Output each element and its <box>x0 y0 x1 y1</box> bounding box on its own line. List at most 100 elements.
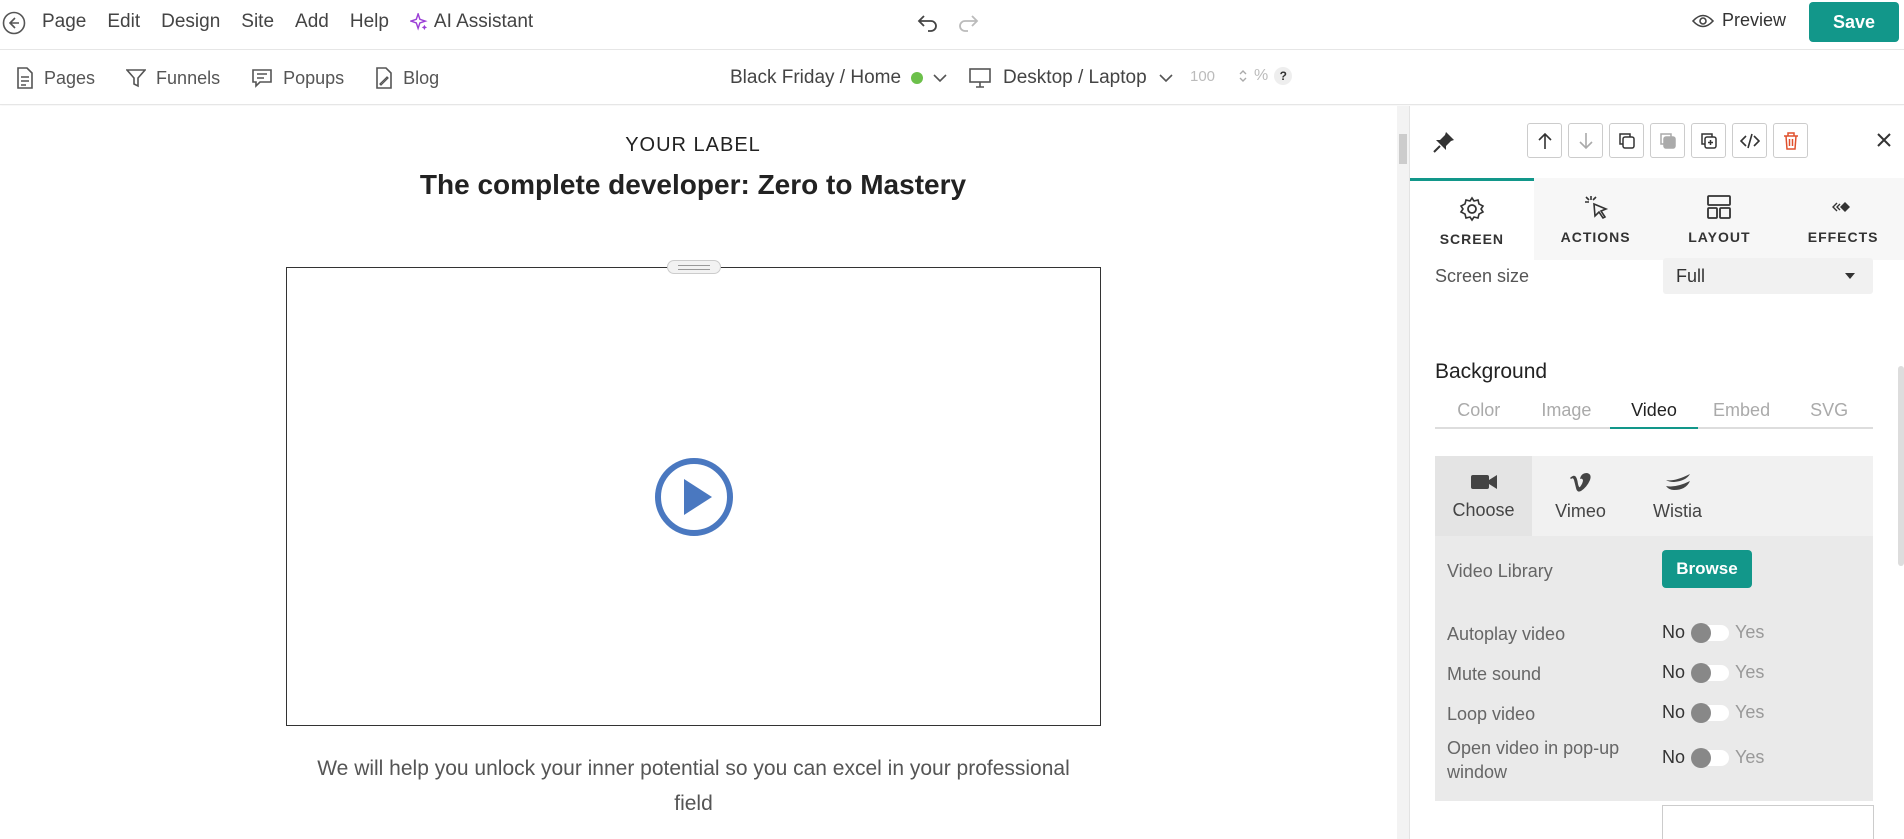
device-selector[interactable]: Desktop / Laptop <box>969 67 1173 89</box>
toggle-switch[interactable] <box>1691 702 1730 723</box>
section-label[interactable]: YOUR LABEL <box>0 134 1386 157</box>
tab-effects-label: EFFECTS <box>1807 229 1879 245</box>
video-element[interactable] <box>286 260 1101 726</box>
screen-size-select[interactable]: Full <box>1663 258 1873 294</box>
toggle-yes-label: Yes <box>1735 622 1765 642</box>
menu-site[interactable]: Site <box>241 11 274 33</box>
next-field-box[interactable] <box>1662 805 1874 839</box>
source-choose-label: Choose <box>1452 499 1515 520</box>
code-button[interactable] <box>1732 123 1767 158</box>
toggle-no-label: No <box>1662 747 1686 767</box>
source-vimeo-label: Vimeo <box>1555 500 1606 521</box>
zoom-control: 100 % ? <box>1190 67 1293 85</box>
preview-label: Preview <box>1722 10 1787 30</box>
section-headline[interactable]: The complete developer: Zero to Mastery <box>0 169 1386 201</box>
pin-icon[interactable] <box>1433 131 1455 153</box>
element-toolbar <box>1527 123 1808 158</box>
nav-popups-label: Popups <box>283 67 345 88</box>
toggle-yes-label: Yes <box>1735 747 1765 767</box>
nav-funnels[interactable]: Funnels <box>126 68 220 89</box>
mute-toggle[interactable]: No Yes <box>1662 662 1764 683</box>
bg-tab-video[interactable]: Video <box>1610 396 1698 429</box>
screen-size-label: Screen size <box>1435 266 1530 286</box>
delete-button[interactable] <box>1773 123 1808 158</box>
tab-layout[interactable]: LAYOUT <box>1657 178 1782 260</box>
screen-size-value: Full <box>1676 266 1706 286</box>
canvas-scrollbar[interactable] <box>1397 106 1409 839</box>
duplicate-button[interactable] <box>1691 123 1726 158</box>
background-title: Background <box>1435 360 1548 383</box>
move-down-button[interactable] <box>1568 123 1603 158</box>
monitor-icon <box>969 68 991 88</box>
paste-button[interactable] <box>1650 123 1685 158</box>
chevron-down-icon <box>1159 74 1173 83</box>
toggle-switch[interactable] <box>1691 747 1730 768</box>
menu-edit[interactable]: Edit <box>107 11 140 33</box>
toggle-no-label: No <box>1662 622 1686 642</box>
popup-video-toggle[interactable]: No Yes <box>1662 747 1764 768</box>
browse-button[interactable]: Browse <box>1662 550 1752 588</box>
source-choose[interactable]: Choose <box>1435 456 1532 536</box>
menu-add[interactable]: Add <box>295 11 329 33</box>
menu-ai-assistant[interactable]: AI Assistant <box>409 11 534 33</box>
autoplay-toggle[interactable]: No Yes <box>1662 622 1764 643</box>
move-up-button[interactable] <box>1527 123 1562 158</box>
tab-effects[interactable]: EFFECTS <box>1781 178 1904 260</box>
close-icon[interactable] <box>1874 130 1894 150</box>
device-selector-value: Desktop / Laptop <box>1003 67 1147 88</box>
video-source-body: Video Library Browse Autoplay video No Y… <box>1435 536 1873 801</box>
loop-toggle[interactable]: No Yes <box>1662 702 1764 723</box>
undo-icon[interactable] <box>916 10 940 34</box>
pointer-click-icon <box>1584 196 1608 220</box>
back-arrow-icon[interactable] <box>2 11 26 35</box>
play-icon[interactable] <box>654 457 734 537</box>
bg-tab-embed[interactable]: Embed <box>1698 396 1786 427</box>
properties-panel: SCREEN ACTIONS LAYOUT EFFECTS Screen siz… <box>1409 106 1904 839</box>
bg-tab-color[interactable]: Color <box>1435 396 1523 427</box>
bg-tab-svg[interactable]: SVG <box>1785 396 1873 427</box>
status-dot <box>911 72 924 84</box>
stepper-icon[interactable] <box>1238 68 1248 84</box>
top-menu-bar: Page Edit Design Site Add Help AI Assist… <box>0 0 1904 50</box>
redo-icon[interactable] <box>956 10 980 34</box>
menu-page[interactable]: Page <box>42 11 86 33</box>
toggle-switch[interactable] <box>1691 622 1730 643</box>
source-wistia[interactable]: Wistia <box>1629 456 1726 536</box>
gear-icon <box>1459 196 1485 221</box>
toggle-yes-label: Yes <box>1735 662 1765 682</box>
save-button[interactable]: Save <box>1809 2 1899 42</box>
menu-help[interactable]: Help <box>350 11 389 33</box>
trash-icon <box>1783 131 1798 150</box>
copy-button[interactable] <box>1609 123 1644 158</box>
nav-popups[interactable]: Popups <box>251 68 344 89</box>
page-selector[interactable]: Black Friday / Home <box>730 67 947 89</box>
nav-funnels-label: Funnels <box>156 67 221 88</box>
caret-down-icon <box>1845 273 1855 279</box>
tab-actions[interactable]: ACTIONS <box>1533 178 1658 260</box>
drag-handle[interactable] <box>667 260 721 274</box>
autoplay-label: Autoplay video <box>1447 624 1566 644</box>
preview-button[interactable]: Preview <box>1692 10 1786 31</box>
menu-design[interactable]: Design <box>161 11 220 33</box>
nav-blog[interactable]: Blog <box>375 67 439 89</box>
secondary-toolbar: Pages Funnels Popups Blog Black Friday /… <box>0 51 1904 105</box>
blog-edit-icon <box>376 67 392 89</box>
source-vimeo[interactable]: Vimeo <box>1532 456 1629 536</box>
bg-tab-image[interactable]: Image <box>1523 396 1611 427</box>
source-wistia-label: Wistia <box>1653 500 1702 521</box>
arrow-down-icon <box>1578 132 1593 149</box>
zoom-input[interactable]: 100 <box>1190 68 1232 85</box>
ai-assistant-label: AI Assistant <box>433 11 534 32</box>
video-camera-icon <box>1470 474 1497 489</box>
tab-screen[interactable]: SCREEN <box>1410 178 1534 260</box>
toggle-yes-label: Yes <box>1735 702 1765 722</box>
panel-scrollbar[interactable] <box>1898 366 1904 566</box>
code-icon <box>1739 133 1760 148</box>
nav-pages[interactable]: Pages <box>16 67 95 89</box>
panel-tabs: SCREEN ACTIONS LAYOUT EFFECTS <box>1410 178 1904 260</box>
help-icon[interactable]: ? <box>1274 67 1293 85</box>
canvas-scrollbar-thumb[interactable] <box>1399 134 1407 164</box>
toggle-switch[interactable] <box>1691 662 1730 683</box>
section-description[interactable]: We will help you unlock your inner poten… <box>300 751 1087 821</box>
arrow-up-icon <box>1537 132 1552 149</box>
